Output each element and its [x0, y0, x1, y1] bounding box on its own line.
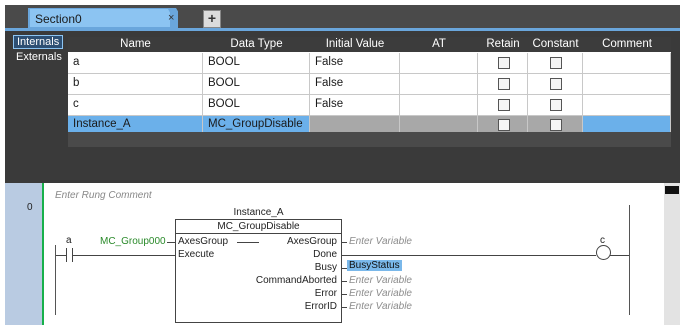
header-initial-value[interactable]: Initial Value: [310, 38, 400, 50]
output-var-axesgroup[interactable]: Enter Variable: [349, 236, 412, 247]
axes-group-input-var[interactable]: MC_Group000: [100, 236, 166, 247]
header-data-type[interactable]: Data Type: [203, 38, 310, 50]
fb-input-axesgroup: AxesGroup: [178, 236, 229, 247]
fb-output-error: Error: [314, 288, 337, 299]
cell-constant: [528, 95, 583, 115]
rung-wire: [73, 255, 175, 256]
vertical-scrollbar[interactable]: [664, 183, 680, 325]
out-wire-done: [341, 255, 596, 256]
cell-comment[interactable]: [583, 95, 671, 115]
rung-number: 0: [27, 202, 33, 213]
header-at[interactable]: AT: [400, 38, 478, 50]
cell-name[interactable]: a: [68, 53, 203, 73]
add-tab-button[interactable]: +: [203, 10, 221, 28]
variable-table: Name Data Type Initial Value AT Retain C…: [68, 37, 671, 147]
fb-type-name: MC_GroupDisable: [217, 221, 300, 232]
table-row[interactable]: b BOOL False: [68, 74, 671, 95]
out-wire-errorid: [341, 307, 347, 308]
table-row-selected[interactable]: Instance_A MC_GroupDisable: [68, 116, 671, 133]
cell-initial-value[interactable]: False: [310, 53, 400, 73]
header-name[interactable]: Name: [68, 38, 203, 50]
table-empty-area: [68, 132, 671, 147]
scrollbar-thumb[interactable]: [665, 186, 679, 194]
cell-comment[interactable]: [583, 53, 671, 73]
retain-checkbox[interactable]: [498, 78, 510, 90]
cell-data-type[interactable]: MC_GroupDisable: [203, 116, 310, 132]
editor-frame: Section0 × + Internals Externals Name Da…: [5, 5, 680, 325]
header-constant[interactable]: Constant: [528, 38, 583, 50]
axes-input-wire: [167, 242, 175, 243]
rung-gutter: 0: [5, 183, 42, 325]
output-var-busy[interactable]: BusyStatus: [347, 260, 402, 271]
cell-comment[interactable]: [583, 74, 671, 94]
cell-data-type[interactable]: BOOL: [203, 74, 310, 94]
contact-a-left: [66, 248, 67, 262]
constant-checkbox[interactable]: [550, 57, 562, 69]
cell-initial-value[interactable]: [310, 116, 400, 132]
fb-output-axesgroup: AxesGroup: [286, 236, 337, 247]
table-row[interactable]: c BOOL False: [68, 95, 671, 116]
side-tab-externals[interactable]: Externals: [13, 51, 63, 65]
cell-initial-value[interactable]: False: [310, 95, 400, 115]
fb-output-done: Done: [313, 249, 337, 260]
contact-a-label[interactable]: a: [66, 235, 72, 246]
rung-wire: [56, 255, 66, 256]
header-comment[interactable]: Comment: [583, 38, 671, 50]
cell-retain: [478, 95, 528, 115]
table-row[interactable]: a BOOL False: [68, 53, 671, 74]
out-wire-error: [341, 294, 347, 295]
cell-retain: [478, 116, 528, 132]
fb-header-divider: [176, 233, 341, 234]
constant-checkbox[interactable]: [550, 78, 562, 90]
rung-comment[interactable]: Enter Rung Comment: [55, 190, 152, 201]
cell-at[interactable]: [400, 95, 478, 115]
output-var-errorid[interactable]: Enter Variable: [349, 301, 412, 312]
tab-section0-label[interactable]: Section0: [35, 12, 82, 26]
ladder-editor[interactable]: 0 Enter Rung Comment a Instance_A MC_Gro…: [5, 183, 680, 325]
tab-strip: Section0 × +: [5, 5, 680, 28]
header-retain[interactable]: Retain: [478, 38, 528, 50]
cell-at[interactable]: [400, 53, 478, 73]
fb-output-busy: Busy: [314, 262, 337, 273]
retain-checkbox[interactable]: [498, 57, 510, 69]
cell-constant: [528, 116, 583, 132]
fb-output-errorid: ErrorID: [304, 301, 337, 312]
rung-marker: [42, 183, 44, 325]
cell-retain: [478, 53, 528, 73]
fb-instance-name[interactable]: Instance_A: [175, 207, 342, 218]
cell-at[interactable]: [400, 74, 478, 94]
cell-constant: [528, 53, 583, 73]
cell-initial-value[interactable]: False: [310, 74, 400, 94]
cell-data-type[interactable]: BOOL: [203, 53, 310, 73]
out-wire-axesgroup: [341, 242, 347, 243]
cell-name[interactable]: Instance_A: [68, 116, 203, 132]
retain-checkbox[interactable]: [498, 99, 510, 111]
constant-checkbox[interactable]: [550, 119, 562, 131]
out-wire-commandaborted: [341, 281, 347, 282]
fb-input-execute: Execute: [178, 249, 215, 260]
cell-comment[interactable]: [583, 116, 671, 132]
cell-constant: [528, 74, 583, 94]
coil-wire: [610, 255, 629, 256]
cell-data-type[interactable]: BOOL: [203, 95, 310, 115]
tab-close-icon[interactable]: ×: [168, 12, 174, 24]
cell-name[interactable]: b: [68, 74, 203, 94]
coil-c[interactable]: [596, 245, 611, 260]
right-power-rail: [629, 205, 630, 315]
tab-underline: [5, 28, 680, 31]
fb-output-commandaborted: CommandAborted: [255, 275, 337, 286]
constant-checkbox[interactable]: [550, 99, 562, 111]
retain-checkbox[interactable]: [498, 119, 510, 131]
output-var-error[interactable]: Enter Variable: [349, 288, 412, 299]
table-header: Name Data Type Initial Value AT Retain C…: [68, 37, 671, 52]
output-var-commandaborted[interactable]: Enter Variable: [349, 275, 412, 286]
cell-at[interactable]: [400, 116, 478, 132]
cell-retain: [478, 74, 528, 94]
cell-name[interactable]: c: [68, 95, 203, 115]
side-tab-internals[interactable]: Internals: [13, 35, 63, 49]
